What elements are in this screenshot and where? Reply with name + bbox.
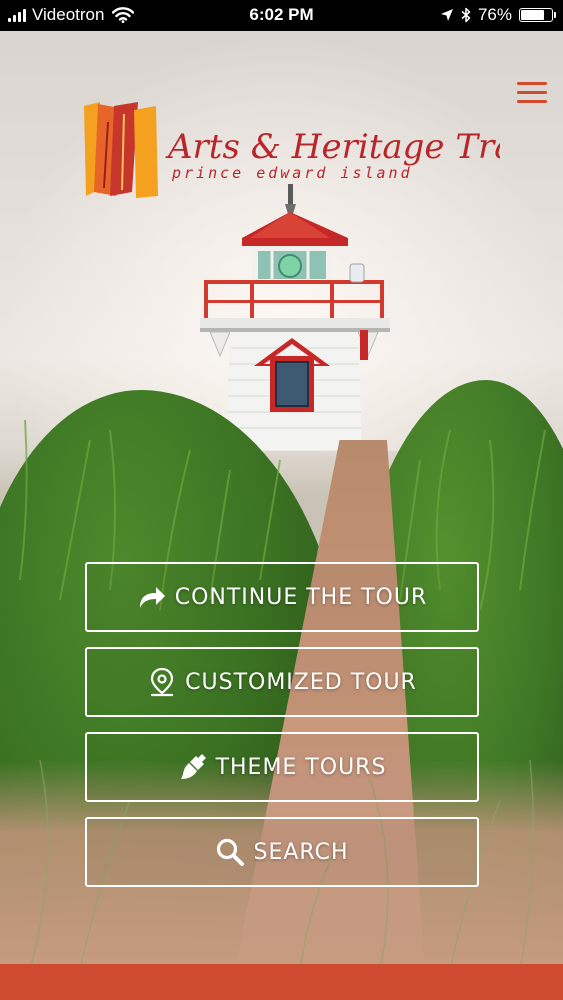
search-button[interactable]: SEARCH [85, 817, 479, 887]
map-pin-icon [147, 667, 177, 697]
search-label: SEARCH [253, 839, 349, 865]
continue-tour-label: CONTINUE THE TOUR [174, 584, 428, 610]
search-icon [215, 837, 245, 867]
logo-title: Arts & Heritage Trail [165, 127, 500, 167]
bottom-brand-bar [0, 964, 563, 1000]
tour-actions: CONTINUE THE TOUR CUSTOMIZED TOUR THEME … [85, 562, 479, 902]
location-arrow-icon [440, 9, 453, 21]
bluetooth-icon [461, 7, 471, 23]
continue-tour-button[interactable]: CONTINUE THE TOUR [85, 562, 479, 632]
home-screen: Videotron 6:02 PM 76% Arts & Heritage Tr… [0, 0, 563, 1000]
battery-icon [519, 8, 556, 22]
logo-subtitle: prince edward island [171, 164, 413, 182]
share-forward-icon [137, 582, 167, 612]
arts-heritage-trail-logo: Arts & Heritage Trail prince edward isla… [84, 102, 500, 198]
theme-tours-button[interactable]: THEME TOURS [85, 732, 479, 802]
customized-tour-button[interactable]: CUSTOMIZED TOUR [85, 647, 479, 717]
status-bar: Videotron 6:02 PM 76% [0, 0, 563, 31]
hamburger-menu-icon[interactable] [515, 80, 549, 106]
battery-percent: 76% [477, 5, 512, 24]
paintbrush-icon [178, 752, 208, 782]
customized-tour-label: CUSTOMIZED TOUR [185, 669, 417, 695]
theme-tours-label: THEME TOURS [215, 754, 387, 780]
